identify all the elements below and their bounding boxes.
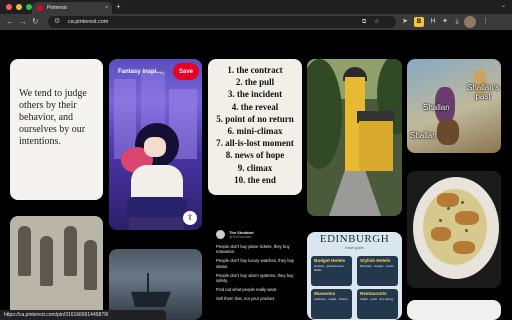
guide-cell-body: Boutique · design · views <box>360 264 394 268</box>
back-icon[interactable]: ← <box>6 17 14 27</box>
browser-menu-icon[interactable]: ⋮ <box>482 17 489 27</box>
edinburgh-subtitle: travel guide <box>345 246 364 250</box>
art-herb <box>447 207 450 210</box>
art-panel <box>18 226 31 276</box>
list-item: 9. climax <box>237 162 273 173</box>
pin-anime-art[interactable]: Fantasy inspi... ⌄ Save ⇪ <box>109 59 202 230</box>
save-button[interactable]: Save <box>173 63 199 80</box>
pin-shallan-art[interactable]: Shallan Shallan's past Shallan <box>407 59 501 153</box>
pin-yellow-house[interactable] <box>307 59 402 216</box>
art-herb <box>465 229 468 232</box>
tab-search-chevron-icon[interactable]: ⌄ <box>501 2 506 9</box>
art-chicken <box>453 241 475 254</box>
reload-icon[interactable]: ↻ <box>32 17 39 27</box>
tweet-line: People don't buy alarm systems, they buy… <box>216 272 294 284</box>
art-platform <box>129 217 184 230</box>
status-bar-url: https://ca.pinterest.com/pin/31616666144… <box>0 310 166 320</box>
list-item: 6. mini-climax <box>227 126 283 137</box>
tweet-line: People don't buy plane tickets, they buy… <box>216 244 290 255</box>
pin-story-structure[interactable]: 1. the contract 2. the pull 3. the incid… <box>208 59 302 195</box>
list-item: 8. news of hope <box>225 150 285 161</box>
list-item: 5. point of no return <box>216 113 294 124</box>
pinterest-favicon-icon <box>37 5 43 11</box>
pin-tweet[interactable]: Tim Stoddart @TimStoddart People don't b… <box>208 222 302 320</box>
list-item: 2. the pull <box>235 77 275 88</box>
guide-cell-body: Cafés · pubs · fine dining <box>360 297 394 301</box>
tweet-avatar <box>216 230 225 239</box>
shallan-past-label: Shallan's past <box>467 83 500 101</box>
pin-edinburgh-guide[interactable]: EDINBURGH travel guide Budget Hotels Hos… <box>307 232 402 320</box>
list-item: 4. the reveal <box>231 101 279 112</box>
pin-food-plate[interactable] <box>407 171 501 288</box>
building-art <box>141 71 165 131</box>
guide-cell-body: Galleries · castle · history <box>314 297 348 301</box>
window-controls <box>6 4 32 10</box>
forward-icon[interactable]: → <box>19 17 27 27</box>
share-icon[interactable]: ⇪ <box>183 211 197 225</box>
download-icon[interactable]: ⤓ <box>452 17 462 27</box>
new-tab-button[interactable]: + <box>116 2 121 12</box>
art-ship <box>131 273 171 307</box>
board-select-label[interactable]: Fantasy inspi... <box>118 69 161 75</box>
minimize-window-button[interactable] <box>16 4 22 10</box>
shallan-label: Shallan <box>423 103 450 112</box>
tweet-line: People don't buy luxury watches, they bu… <box>216 258 295 269</box>
extension-arrow-icon[interactable]: ➤ <box>400 17 410 27</box>
guide-cell-body: Hostels · guesthouses · B&Bs <box>314 264 346 272</box>
list-item: 3. the incident <box>227 89 283 100</box>
bookmark-star-icon[interactable]: ☆ <box>374 18 379 26</box>
install-app-icon[interactable]: ⧉ <box>362 18 366 26</box>
art-wing <box>359 121 393 171</box>
pin-quote[interactable]: We tend to judge others by their behavio… <box>10 59 103 200</box>
guide-cell: Restaurants Cafés · pubs · fine dining <box>357 289 398 319</box>
story-structure-list: 1. the contract 2. the pull 3. the incid… <box>208 59 302 186</box>
art-panel <box>84 240 97 290</box>
guide-cell: Stylish Hotels Boutique · design · views <box>357 256 398 286</box>
tweet-line: Sell them that, not your product. <box>216 296 276 302</box>
art-figure-face <box>144 137 166 157</box>
art-herb <box>461 201 464 204</box>
extension-h-icon[interactable]: H <box>428 17 438 27</box>
tweet-line: Find out what people really want. <box>216 287 278 293</box>
art-chicken <box>431 227 451 241</box>
extensions-puzzle-icon[interactable]: ✦ <box>440 17 450 27</box>
close-window-button[interactable] <box>6 4 12 10</box>
browser-toolbar: ← → ↻ ⚙ ca.pinterest.com ⧉ ☆ ➤ B H ✦ ⤓ ⋮ <box>0 14 512 30</box>
art-path <box>329 171 381 216</box>
tab-close-icon[interactable]: × <box>105 5 108 11</box>
list-item: 10. the end <box>234 174 276 185</box>
art-panel <box>40 236 53 286</box>
address-bar[interactable]: ⚙ ca.pinterest.com ⧉ ☆ <box>48 16 396 28</box>
list-item: 1. the contract <box>227 65 283 75</box>
quote-text: We tend to judge others by their behavio… <box>19 88 87 147</box>
profile-avatar[interactable] <box>464 16 476 28</box>
tweet-author-handle: @TimStoddart <box>229 235 252 239</box>
tweet-body: People don't buy plane tickets, they buy… <box>216 244 300 306</box>
guide-cell: Budget Hotels Hostels · guesthouses · B&… <box>311 256 352 286</box>
edinburgh-title: EDINBURGH <box>319 233 390 245</box>
pin-partial[interactable] <box>407 300 501 320</box>
art-chicken <box>437 193 459 207</box>
art-herb <box>439 219 442 222</box>
art-chicken <box>455 211 479 225</box>
art-panel <box>64 226 77 276</box>
tab-pinterest[interactable]: Pinterest × <box>32 2 112 14</box>
url-text: ca.pinterest.com <box>68 19 109 25</box>
tab-title: Pinterest <box>47 5 67 11</box>
tab-strip: Pinterest × + ⌄ <box>0 0 512 14</box>
pin-art-panels[interactable] <box>10 216 103 320</box>
site-info-icon[interactable]: ⚙ <box>54 17 60 27</box>
board-chevron-down-icon[interactable]: ⌄ <box>160 69 165 76</box>
extension-yellow-icon[interactable]: B <box>414 17 424 27</box>
art-figure <box>437 119 459 145</box>
guide-cell: Museums Galleries · castle · history <box>311 289 352 319</box>
list-item: 7. all-is-lost moment <box>216 138 294 149</box>
shallan-bottom-label: Shallan <box>410 131 437 140</box>
